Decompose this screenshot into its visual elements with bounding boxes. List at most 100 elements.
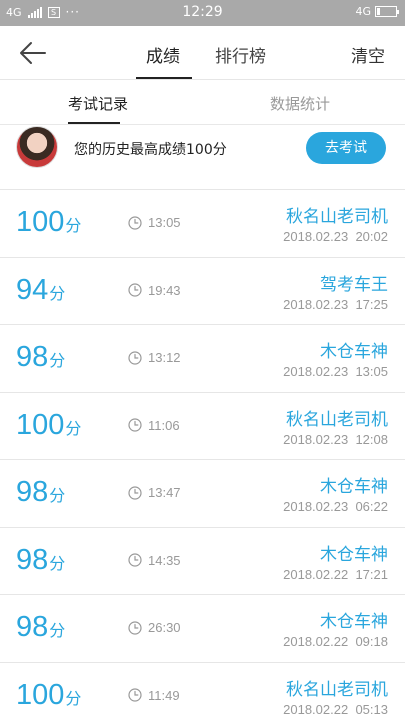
subtab-exam-records[interactable]: 考试记录 [68, 93, 128, 114]
record-row[interactable]: 100分 11:06 秋名山老司机 2018.02.23 12:08 [0, 393, 405, 460]
record-nickname: 木仓车神 [320, 544, 388, 565]
score-unit: 分 [49, 283, 66, 303]
record-row[interactable]: 100分 13:05 秋名山老司机 2018.02.23 20:02 [0, 190, 405, 258]
record-nickname: 木仓车神 [320, 612, 388, 632]
record-duration: 14:35 [128, 553, 181, 568]
duration-value: 14:35 [148, 552, 181, 568]
battery-level [377, 8, 380, 15]
record-datetime: 2018.02.23 12:08 [283, 432, 388, 447]
sub-tabs: 考试记录 数据统计 [0, 81, 405, 125]
duration-value: 11:49 [148, 687, 180, 703]
record-date: 2018.02.23 [283, 296, 349, 312]
record-date: 2018.02.23 [283, 431, 349, 447]
record-row[interactable]: 98分 14:35 木仓车神 2018.02.22 17:21 [0, 528, 405, 595]
score-value: 98 [16, 611, 49, 643]
record-score: 98分 [16, 341, 65, 374]
record-date: 2018.02.22 [283, 634, 349, 649]
go-exam-button[interactable]: 去考试 [306, 132, 386, 164]
record-datetime: 2018.02.22 05:13 [283, 702, 388, 717]
duration-value: 11:06 [148, 417, 180, 433]
record-duration: 19:43 [128, 283, 181, 298]
score-unit: 分 [65, 216, 82, 235]
duration-value: 13:12 [148, 350, 181, 365]
record-duration: 13:47 [128, 485, 181, 500]
record-nickname: 驾考车王 [320, 274, 388, 295]
record-score: 100分 [16, 409, 81, 442]
record-nickname: 秋名山老司机 [286, 409, 388, 430]
arrow-left-icon [20, 42, 46, 64]
score-unit: 分 [49, 486, 66, 505]
clock-icon [128, 418, 142, 432]
record-duration: 13:12 [128, 350, 181, 365]
record-nickname: 木仓车神 [320, 477, 388, 497]
score-value: 100 [16, 206, 65, 238]
record-nickname: 木仓车神 [320, 342, 388, 362]
duration-value: 13:47 [148, 485, 181, 500]
record-nickname: 秋名山老司机 [286, 207, 388, 227]
record-score: 98分 [16, 476, 65, 509]
record-row[interactable]: 98分 13:12 木仓车神 2018.02.23 13:05 [0, 325, 405, 393]
clock-icon [128, 688, 142, 702]
best-score-text: 您的历史最高成绩100分 [74, 142, 227, 158]
record-score: 98分 [16, 544, 65, 577]
score-unit: 分 [49, 553, 66, 573]
back-button[interactable] [18, 40, 48, 66]
score-value: 100 [16, 408, 65, 441]
score-value: 98 [16, 476, 49, 508]
record-score: 100分 [16, 206, 81, 239]
record-time: 17:21 [355, 566, 388, 582]
battery-icon [375, 6, 399, 17]
record-datetime: 2018.02.22 09:18 [283, 634, 388, 649]
record-time: 13:05 [355, 364, 388, 379]
record-time: 12:08 [355, 431, 388, 447]
record-score: 94分 [16, 274, 65, 307]
record-row[interactable]: 98分 26:30 木仓车神 2018.02.22 09:18 [0, 595, 405, 663]
record-duration: 13:05 [128, 215, 181, 230]
score-unit: 分 [65, 418, 82, 438]
record-time: 05:13 [355, 701, 388, 717]
record-time: 17:25 [355, 296, 388, 312]
status-time: 12:29 [182, 4, 223, 20]
clock-icon [128, 620, 142, 635]
record-duration: 11:49 [128, 688, 180, 703]
record-datetime: 2018.02.23 17:25 [283, 297, 388, 312]
duration-value: 19:43 [148, 282, 181, 298]
record-time: 09:18 [355, 634, 388, 649]
tab-active-indicator [136, 77, 192, 79]
score-unit: 分 [65, 688, 82, 708]
record-duration: 11:06 [128, 418, 180, 433]
duration-value: 13:05 [148, 215, 181, 230]
network-right-label: 4G [355, 5, 371, 18]
tab-score[interactable]: 成绩 [146, 42, 180, 67]
record-date: 2018.02.23 [283, 229, 349, 244]
score-value: 98 [16, 543, 49, 576]
record-time: 20:02 [355, 229, 388, 244]
duration-value: 26:30 [148, 620, 181, 635]
record-date: 2018.02.23 [283, 499, 349, 514]
record-row[interactable]: 98分 13:47 木仓车神 2018.02.23 06:22 [0, 460, 405, 528]
record-row[interactable]: 100分 11:49 秋名山老司机 2018.02.22 05:13 [0, 663, 405, 720]
clock-icon [128, 215, 142, 230]
score-value: 94 [16, 273, 49, 306]
top-nav: 成绩 排行榜 清空 [0, 26, 405, 80]
record-row[interactable]: 94分 19:43 驾考车王 2018.02.23 17:25 [0, 258, 405, 325]
record-date: 2018.02.22 [283, 566, 349, 582]
clock-icon [128, 553, 142, 567]
record-datetime: 2018.02.23 06:22 [283, 499, 388, 514]
score-value: 98 [16, 341, 49, 373]
avatar[interactable] [16, 126, 58, 168]
record-score: 98分 [16, 611, 65, 644]
score-unit: 分 [49, 621, 66, 640]
clock-icon [128, 283, 142, 297]
record-list: 100分 13:05 秋名山老司机 2018.02.23 20:02 94分 1… [0, 190, 405, 720]
record-nickname: 秋名山老司机 [286, 679, 388, 700]
record-date: 2018.02.22 [283, 701, 349, 717]
clear-button[interactable]: 清空 [351, 42, 385, 67]
record-datetime: 2018.02.22 17:21 [283, 567, 388, 582]
subtab-data-stats[interactable]: 数据统计 [270, 93, 330, 114]
status-right: 4G [355, 5, 399, 18]
tab-ranking[interactable]: 排行榜 [215, 42, 266, 67]
score-value: 100 [16, 678, 65, 711]
status-bar: 4G S ··· 12:29 4G [0, 0, 405, 26]
clock-icon [128, 485, 142, 500]
